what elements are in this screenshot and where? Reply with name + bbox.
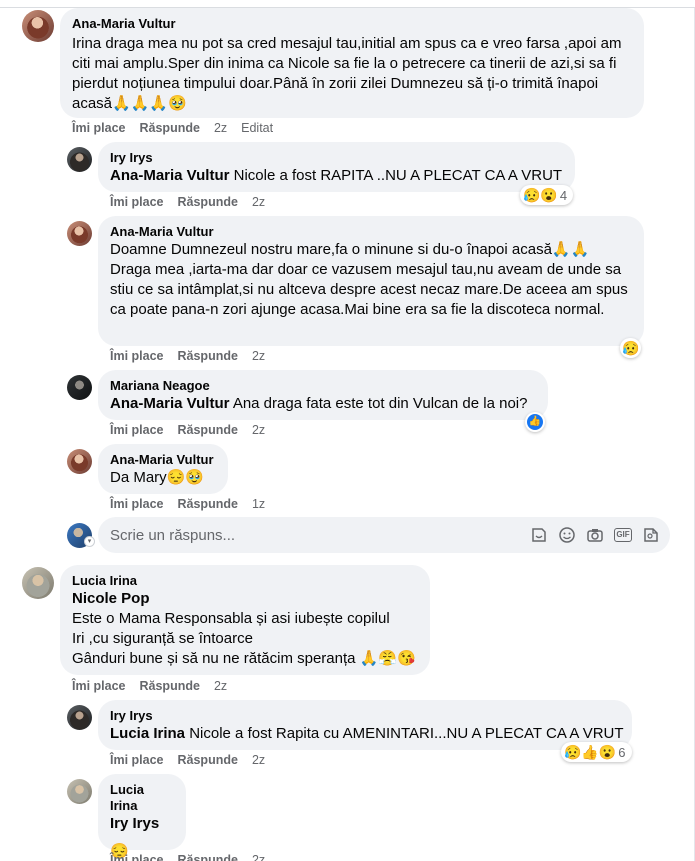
comment-author[interactable]: Mariana Neagoe [110,378,536,394]
avatar[interactable] [67,147,92,172]
chevron-down-icon[interactable]: ▾ [84,536,95,547]
like-button[interactable]: Îmi place [72,679,126,693]
comment-author[interactable]: Iry Irys [110,150,563,166]
comment-text: Ana-Maria Vultur Nicole a fost RAPITA ..… [110,166,563,186]
reactions[interactable]: 👍 [525,412,545,432]
timestamp[interactable]: 2z [252,349,265,363]
comment-body: Ana draga fata este tot din Vulcan de la… [232,395,528,412]
comment-body: Nicole a fost RAPITA ..NU A PLECAT CA A … [233,167,563,184]
comment-actions: Îmi place Răspunde 2z Editat [72,120,273,136]
comment-author[interactable]: Ana-Maria Vultur [110,452,216,468]
reply-button[interactable]: Răspunde [178,195,238,209]
like-button[interactable]: Îmi place [110,349,164,363]
comment-text: Doamne Dumnezeul nostru mare,fa o minune… [110,241,628,318]
reply-button[interactable]: Răspunde [140,679,200,693]
top-divider [0,0,695,8]
comment-body: Nicole a fost Rapita cu AMENINTARI...NU … [189,725,624,742]
reply-box[interactable]: GIF [98,517,670,553]
reaction-emojis: 😥👍😮 [564,744,617,760]
reactions[interactable]: 😥😮 4 [520,185,574,205]
reaction-emojis: 😥 [622,340,640,356]
comment-bubble: Ana-Maria Vultur Da Mary😔🥹 [98,444,228,494]
comment-author[interactable]: Iry Irys [110,708,620,724]
timestamp[interactable]: 2z [214,121,227,135]
comment-text: Ana-Maria Vultur Ana draga fata este tot… [110,394,536,414]
reply-button[interactable]: Răspunde [140,121,200,135]
comment-text: Este o Mama Responsabla și asi iubește c… [72,610,416,667]
like-button[interactable]: Îmi place [72,121,126,135]
comment-actions: Îmi place Răspunde 2z [110,752,279,768]
reaction-count: 4 [559,187,568,203]
comment-bubble: Lucia Irina Iry Irys 😔 [98,774,186,860]
like-button[interactable]: Îmi place [110,195,164,209]
avatar[interactable] [67,375,92,400]
comment-actions: Îmi place Răspunde 1z [110,496,279,512]
reply-button[interactable]: Răspunde [178,423,238,437]
camera-icon[interactable] [586,526,604,544]
avatar[interactable] [22,567,54,599]
timestamp[interactable]: 1z [252,497,265,511]
comment-bubble: Ana-Maria Vultur Doamne Dumnezeul nostru… [98,216,644,346]
timestamp[interactable]: 2z [252,753,265,767]
reply-button[interactable]: Răspunde [178,349,238,363]
emoji-icon[interactable] [558,526,576,544]
comment-bubble: Mariana Neagoe Ana-Maria Vultur Ana drag… [98,370,548,420]
timestamp[interactable]: 2z [214,679,227,693]
timestamp[interactable]: 2z [252,853,265,861]
timestamp[interactable]: 2z [252,423,265,437]
comment-author[interactable]: Ana-Maria Vultur [72,16,632,32]
avatar[interactable] [67,449,92,474]
reply-button[interactable]: Răspunde [178,753,238,767]
like-button[interactable]: Îmi place [110,423,164,437]
comment-author[interactable]: Lucia Irina [110,782,174,814]
comment-actions: Îmi place Răspunde 2z [110,194,279,210]
mention-tag[interactable]: Ana-Maria Vultur [110,395,229,412]
mention-tag[interactable]: Nicole Pop [72,589,418,609]
avatar-sticker-icon[interactable] [642,526,660,544]
mention-tag[interactable]: Lucia Irina [110,725,185,742]
mention-tag[interactable]: Iry Irys [110,814,174,834]
reply-input[interactable] [110,526,510,544]
reactions[interactable]: 😥 [620,338,642,358]
comment-actions: Îmi place Răspunde 2z [110,422,279,438]
reply-button[interactable]: Răspunde [178,853,238,861]
reaction-emojis: 😥😮 [523,187,558,203]
edited-label: Editat [241,121,274,135]
like-reaction-icon: 👍 [527,414,543,430]
comment-actions: Îmi place Răspunde 2z [110,852,279,861]
sticker-icon[interactable] [530,526,548,544]
comment-bubble: Iry Irys Ana-Maria Vultur Nicole a fost … [98,142,575,192]
comment-actions: Îmi place Răspunde 2z [72,678,241,694]
comment-text: Irina draga mea nu pot sa cred mesajul t… [72,35,622,112]
comment-bubble: Iry Irys Lucia Irina Nicole a fost Rapit… [98,700,632,750]
like-button[interactable]: Îmi place [110,853,164,861]
like-button[interactable]: Îmi place [110,753,164,767]
avatar[interactable] [67,779,92,804]
comment-bubble: Lucia Irina Nicole Pop Este o Mama Respo… [60,565,430,675]
avatar[interactable] [67,221,92,246]
reactions[interactable]: 😥👍😮 6 [561,742,632,762]
avatar[interactable] [67,705,92,730]
comment-author[interactable]: Ana-Maria Vultur [110,224,632,240]
reply-button[interactable]: Răspunde [178,497,238,511]
comment-actions: Îmi place Răspunde 2z [110,348,279,364]
comment-author[interactable]: Lucia Irina [72,573,418,589]
avatar[interactable] [22,10,54,42]
like-button[interactable]: Îmi place [110,497,164,511]
timestamp[interactable]: 2z [252,195,265,209]
gif-icon[interactable]: GIF [614,528,632,542]
comment-text: Da Mary😔🥹 [110,469,205,486]
mention-tag[interactable]: Ana-Maria Vultur [110,167,229,184]
comment-text: Lucia Irina Nicole a fost Rapita cu AMEN… [110,724,624,744]
reaction-count: 6 [618,744,626,760]
comment-bubble: Ana-Maria Vultur Irina draga mea nu pot … [60,8,644,118]
